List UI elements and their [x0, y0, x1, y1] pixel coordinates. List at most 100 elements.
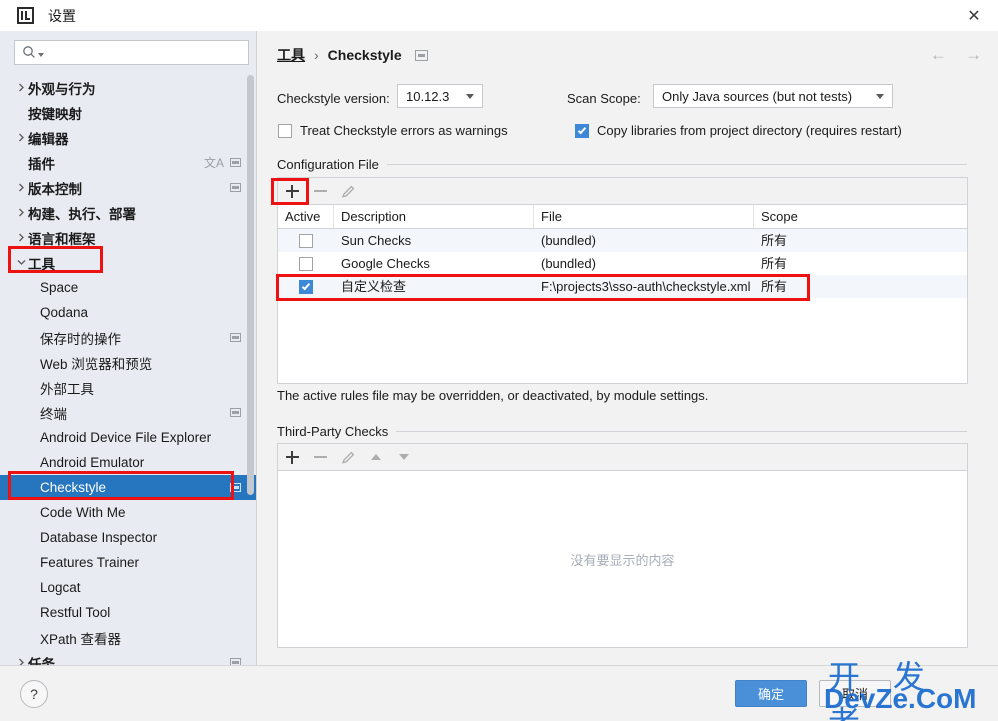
sidebar-item-[interactable]: 版本控制: [0, 175, 257, 200]
arrow-left-icon[interactable]: ←: [930, 46, 947, 63]
search-dropdown-icon[interactable]: [38, 53, 44, 57]
scan-scope-select[interactable]: Only Java sources (but not tests): [653, 84, 893, 108]
project-scope-icon: [230, 408, 241, 417]
empty-state-text: 没有要显示的内容: [570, 550, 674, 569]
sidebar-item-label: Database Inspector: [40, 530, 157, 545]
move-down-button[interactable]: [390, 444, 418, 470]
column-header[interactable]: File: [534, 205, 754, 228]
table-row[interactable]: 自定义检查F:\projects3\sso-auth\checkstyle.xm…: [278, 275, 967, 298]
active-checkbox[interactable]: [299, 234, 313, 248]
sidebar-item-label: 语言和框架: [28, 228, 96, 248]
table-row[interactable]: Sun Checks(bundled)所有: [278, 229, 967, 252]
project-scope-icon: [415, 50, 428, 61]
sidebar-item-restful-tool[interactable]: Restful Tool: [0, 600, 257, 625]
sidebar-item-label: Android Emulator: [40, 455, 144, 470]
sidebar-item-label: Qodana: [40, 305, 88, 320]
arrow-right-icon[interactable]: →: [965, 46, 982, 63]
active-checkbox[interactable]: [299, 257, 313, 271]
move-up-button[interactable]: [362, 444, 390, 470]
sidebar-item-[interactable]: 任务: [0, 650, 257, 665]
checkstyle-settings-panel: 工具 › Checkstyle ← → Checkstyle version: …: [257, 31, 998, 665]
sidebar-item-logcat[interactable]: Logcat: [0, 575, 257, 600]
sidebar-item-[interactable]: 语言和框架: [0, 225, 257, 250]
active-checkbox-cell[interactable]: [278, 252, 334, 275]
close-icon[interactable]: ✕: [964, 6, 984, 26]
copy-libraries-checkbox[interactable]: Copy libraries from project directory (r…: [575, 123, 902, 138]
sidebar-item-[interactable]: 按键映射: [0, 100, 257, 125]
chevron-right-icon[interactable]: [14, 208, 28, 217]
third-party-checks-list: 没有要显示的内容: [277, 470, 968, 648]
project-scope-icon: [230, 658, 241, 665]
sidebar-scrollbar[interactable]: [247, 75, 254, 495]
sidebar-item-label: 插件: [28, 153, 55, 173]
sidebar-item-features-trainer[interactable]: Features Trainer: [0, 550, 257, 575]
sidebar-item-label: 保存时的操作: [40, 328, 121, 348]
chevron-right-icon[interactable]: [14, 233, 28, 242]
breadcrumb-separator: ›: [314, 47, 319, 63]
intellij-idea-logo-icon: [17, 7, 34, 24]
sidebar-item-label: Code With Me: [40, 505, 126, 520]
sidebar-item-[interactable]: 终端: [0, 400, 257, 425]
arrow-up-icon: [371, 454, 381, 460]
window-title: 设置: [48, 6, 76, 26]
minus-icon: [314, 190, 327, 192]
sidebar-item-[interactable]: 保存时的操作: [0, 325, 257, 350]
column-header[interactable]: Description: [334, 205, 534, 228]
sidebar-item-label: 任务: [28, 653, 55, 666]
sidebar-item-xpath[interactable]: XPath 查看器: [0, 625, 257, 650]
sidebar-item-code-with-me[interactable]: Code With Me: [0, 500, 257, 525]
chevron-right-icon[interactable]: [14, 83, 28, 92]
edit-third-party-button[interactable]: [334, 444, 362, 470]
remove-config-button[interactable]: [306, 178, 334, 204]
chevron-down-icon: [876, 94, 884, 99]
ok-button[interactable]: 确定: [735, 680, 807, 707]
breadcrumb: 工具 › Checkstyle: [277, 45, 428, 65]
sidebar-item-[interactable]: 插件文A: [0, 150, 257, 175]
column-header[interactable]: Scope: [754, 205, 967, 228]
sidebar-item-[interactable]: 外部工具: [0, 375, 257, 400]
sidebar-item-space[interactable]: Space: [0, 275, 257, 300]
sidebar-item-checkstyle[interactable]: Checkstyle: [0, 475, 257, 500]
sidebar-item-[interactable]: 外观与行为: [0, 75, 257, 100]
chevron-right-icon[interactable]: [14, 658, 28, 665]
sidebar-item-android-emulator[interactable]: Android Emulator: [0, 450, 257, 475]
group-divider: [387, 164, 967, 165]
active-checkbox[interactable]: [299, 280, 313, 294]
sidebar-item-label: Features Trainer: [40, 555, 139, 570]
sidebar-item-[interactable]: 工具: [0, 250, 257, 275]
add-config-button[interactable]: [278, 178, 306, 204]
treat-errors-as-warnings-checkbox[interactable]: Treat Checkstyle errors as warnings: [278, 123, 508, 138]
search-input[interactable]: [48, 44, 242, 61]
copy-libraries-label: Copy libraries from project directory (r…: [597, 123, 902, 138]
add-third-party-button[interactable]: [278, 444, 306, 470]
sidebar-item-qodana[interactable]: Qodana: [0, 300, 257, 325]
table-row[interactable]: Google Checks(bundled)所有: [278, 252, 967, 275]
edit-config-button[interactable]: [334, 178, 362, 204]
project-scope-icon: [230, 333, 241, 342]
chevron-right-icon[interactable]: [14, 133, 28, 142]
configuration-file-table: ActiveDescriptionFileScope Sun Checks(bu…: [277, 204, 968, 384]
help-button[interactable]: ?: [20, 680, 48, 708]
cell-description: Sun Checks: [334, 229, 534, 252]
search-box[interactable]: [14, 40, 249, 65]
sidebar-item-label: 按键映射: [28, 103, 82, 123]
table-header-row: ActiveDescriptionFileScope: [278, 205, 967, 229]
chevron-down-icon[interactable]: [14, 258, 28, 267]
active-checkbox-cell[interactable]: [278, 275, 334, 298]
project-scope-icon: [230, 483, 241, 492]
sidebar-item-[interactable]: 构建、执行、部署: [0, 200, 257, 225]
remove-third-party-button[interactable]: [306, 444, 334, 470]
cell-scope: 所有: [754, 252, 967, 275]
sidebar-item-database-inspector[interactable]: Database Inspector: [0, 525, 257, 550]
column-header[interactable]: Active: [278, 205, 334, 228]
checkstyle-version-value: 10.12.3: [406, 89, 449, 104]
pencil-icon: [341, 450, 356, 465]
breadcrumb-parent[interactable]: 工具: [277, 45, 305, 65]
cancel-button[interactable]: 取消: [819, 680, 891, 707]
checkstyle-version-select[interactable]: 10.12.3: [397, 84, 483, 108]
chevron-right-icon[interactable]: [14, 183, 28, 192]
sidebar-item-android-device-file-explorer[interactable]: Android Device File Explorer: [0, 425, 257, 450]
sidebar-item-[interactable]: 编辑器: [0, 125, 257, 150]
active-checkbox-cell[interactable]: [278, 229, 334, 252]
sidebar-item-web[interactable]: Web 浏览器和预览: [0, 350, 257, 375]
